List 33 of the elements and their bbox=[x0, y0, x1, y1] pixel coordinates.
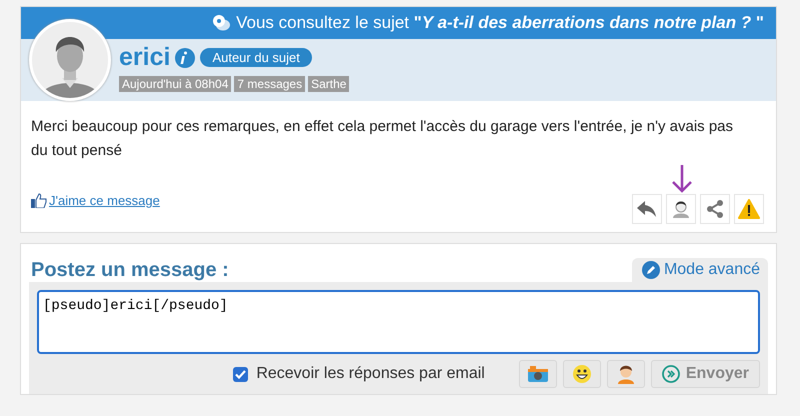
reply-icon bbox=[637, 201, 657, 217]
author-badge: Auteur du sujet bbox=[200, 48, 312, 67]
camera-button[interactable] bbox=[518, 360, 557, 388]
topic-title: Vous consultez le sujet "Y a-t-il des aberrations dans notre plan ? " bbox=[236, 13, 764, 33]
message-field[interactable]: [pseudo]erici[/pseudo] bbox=[37, 290, 760, 354]
compose-title: Postez un message : bbox=[31, 259, 229, 282]
post-text: Merci beaucoup pour ces remarques, en effet cela permet l'accès du garage vers l'entrée, je n'y avais pas du tout pensé bbox=[30, 117, 734, 161]
chat-bubbles-icon bbox=[212, 15, 230, 31]
forward-icon bbox=[662, 365, 680, 383]
thumbs-up-icon bbox=[31, 193, 47, 208]
smiley-button[interactable] bbox=[562, 360, 601, 388]
warning-icon bbox=[738, 199, 760, 219]
like-link[interactable]: J'aime ce message bbox=[49, 193, 160, 208]
profile-button[interactable] bbox=[666, 194, 696, 224]
camera-icon bbox=[528, 366, 548, 382]
checkbox-label: Recevoir les réponses par email bbox=[256, 365, 485, 383]
user-icon bbox=[616, 364, 635, 384]
smiley-icon bbox=[572, 364, 592, 384]
send-button[interactable]: Envoyer bbox=[650, 360, 760, 388]
report-button[interactable] bbox=[734, 194, 764, 224]
info-icon[interactable] bbox=[175, 48, 196, 68]
reply-button[interactable] bbox=[632, 194, 662, 224]
share-icon bbox=[706, 200, 724, 218]
advanced-mode-tab[interactable]: Mode avancé bbox=[632, 258, 768, 282]
meta-tag: 7 messages bbox=[234, 76, 306, 92]
meta-tag: Aujourd'hui à 08h04 bbox=[119, 76, 232, 92]
author-name[interactable]: erici bbox=[119, 43, 170, 72]
checkbox[interactable] bbox=[233, 366, 248, 382]
share-button[interactable] bbox=[700, 194, 730, 224]
meta-tag: Sarthe bbox=[308, 76, 350, 92]
pencil-icon bbox=[642, 261, 660, 279]
avatar-button[interactable] bbox=[606, 360, 645, 388]
user-icon bbox=[673, 200, 689, 218]
